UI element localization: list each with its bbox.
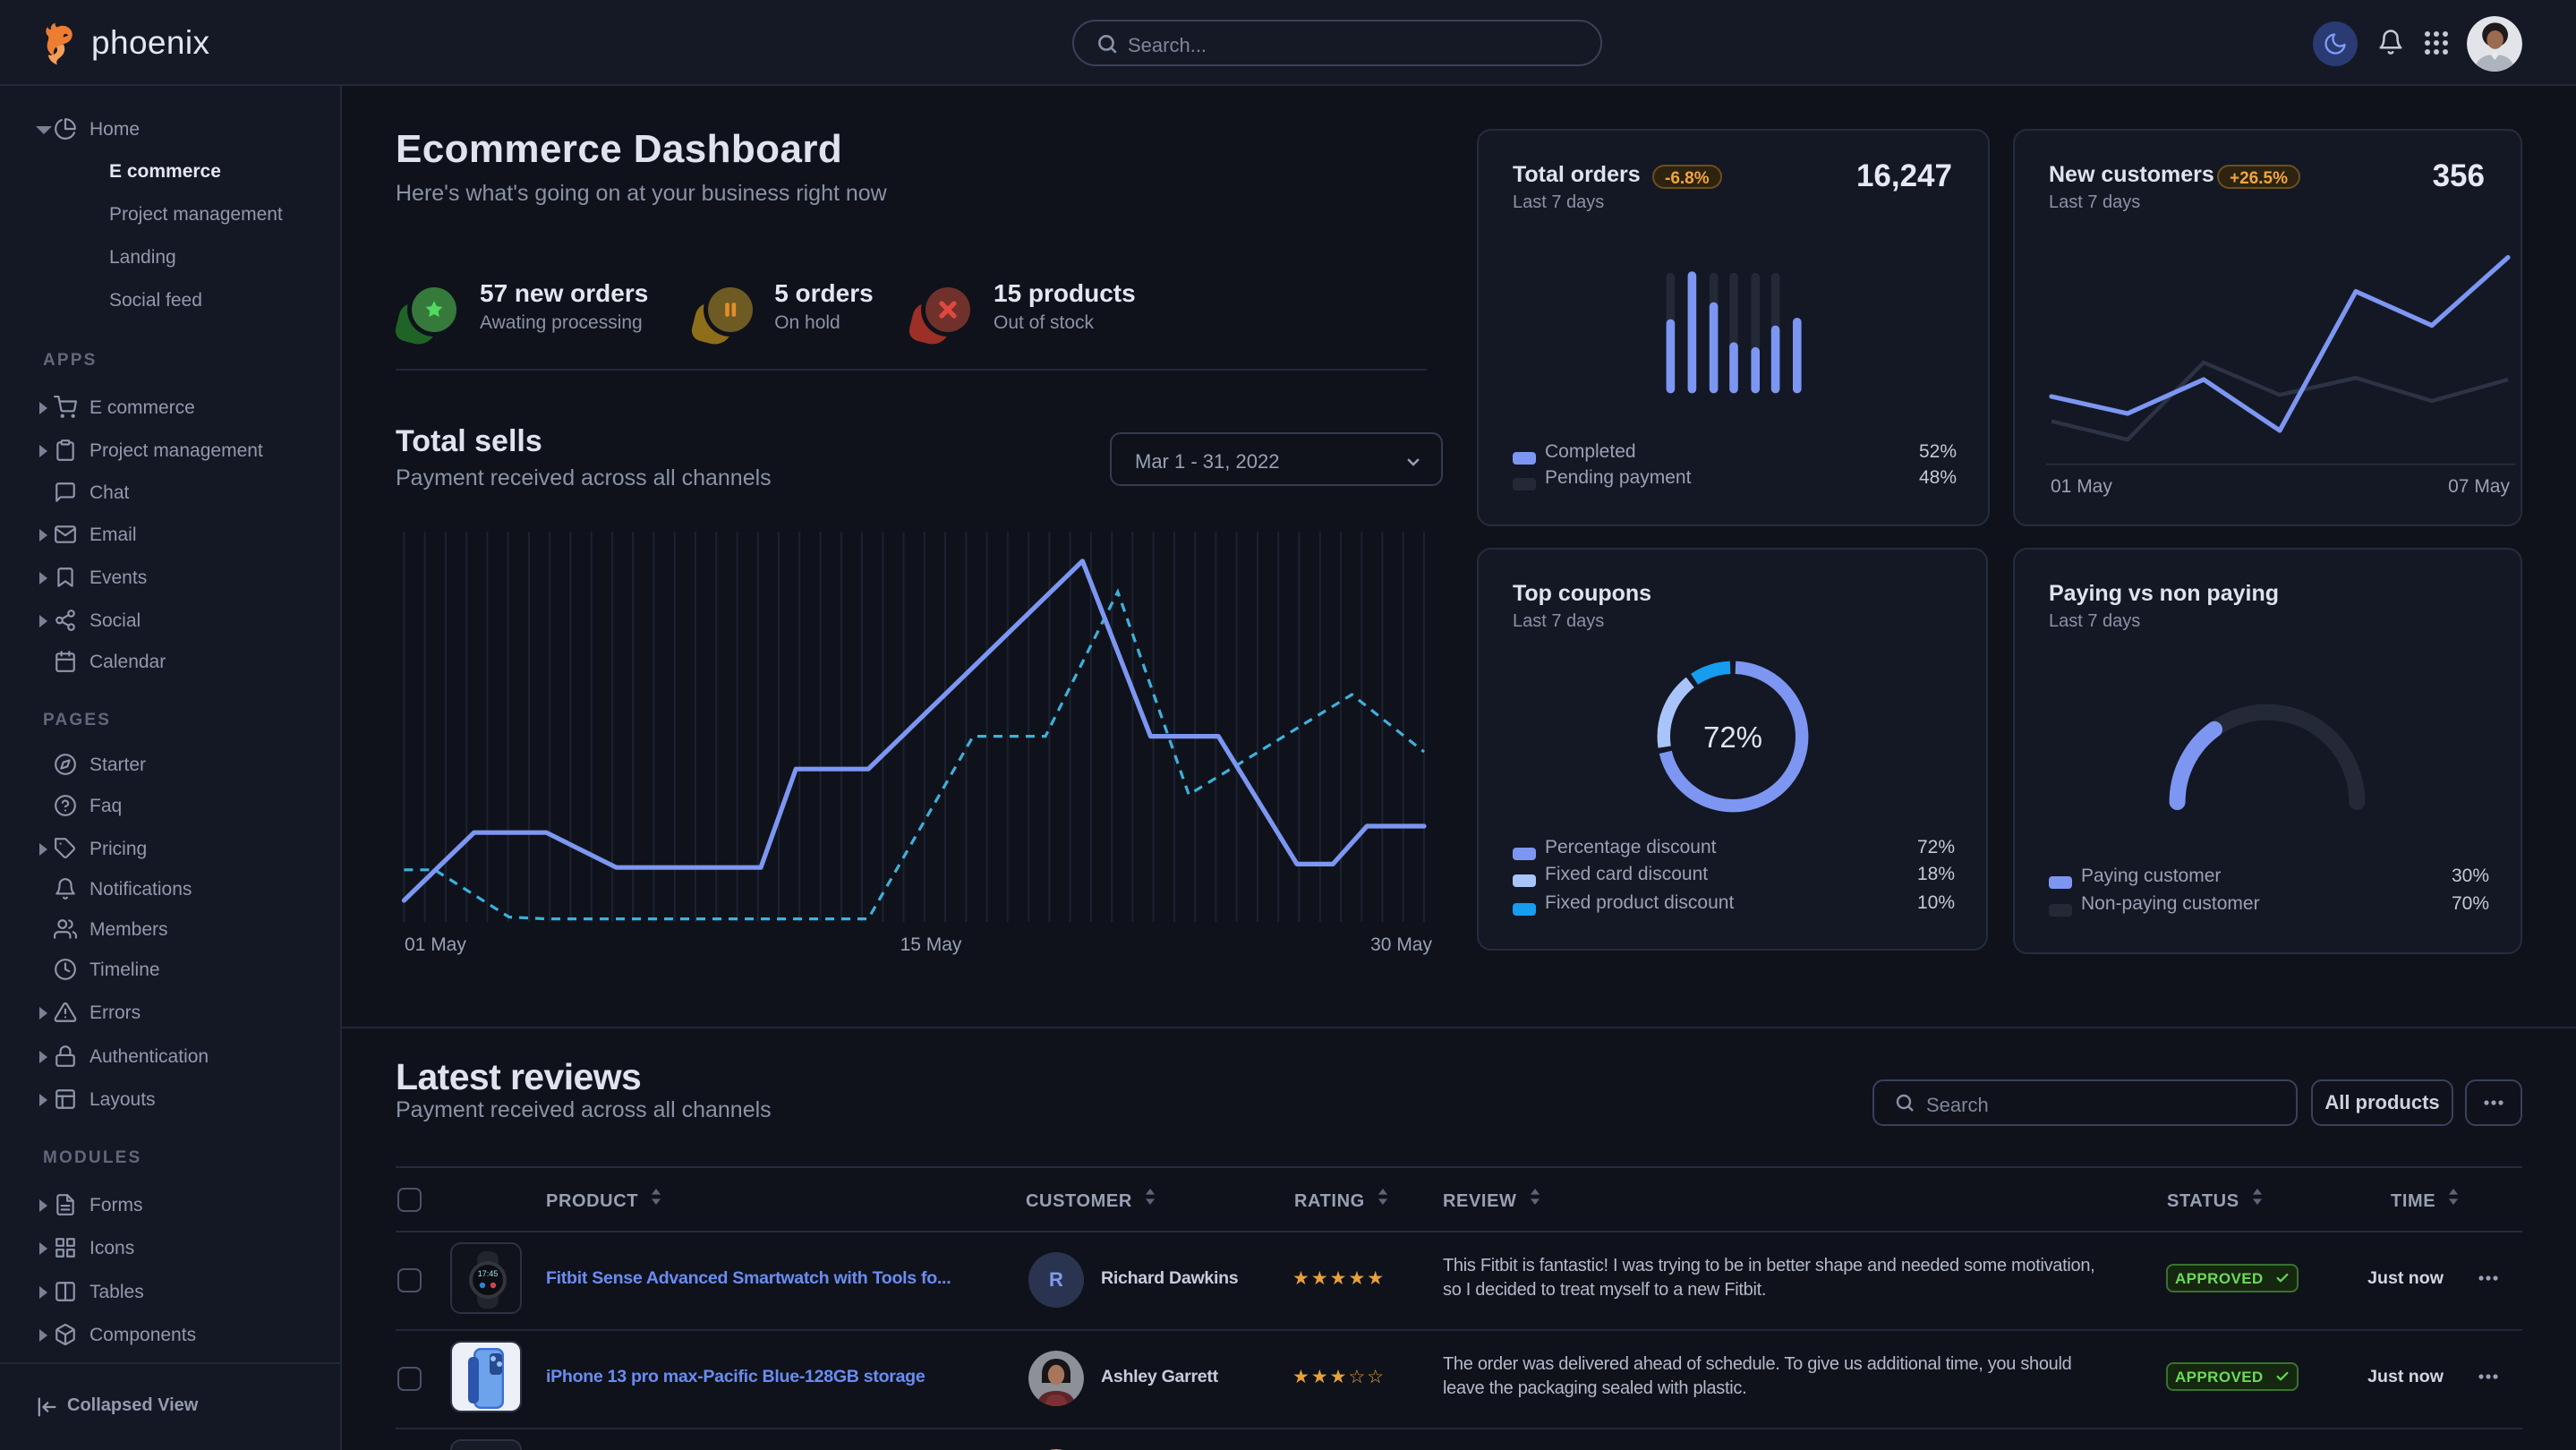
svg-text:01 May: 01 May [405, 934, 466, 955]
svg-text:17:45: 17:45 [478, 1269, 499, 1278]
svg-text:01 May: 01 May [2051, 476, 2112, 497]
svg-text:72%: 72% [1703, 721, 1762, 754]
svg-text:15 May: 15 May [900, 934, 962, 955]
svg-text:30 May: 30 May [1370, 934, 1432, 955]
svg-text:07 May: 07 May [2448, 476, 2510, 497]
